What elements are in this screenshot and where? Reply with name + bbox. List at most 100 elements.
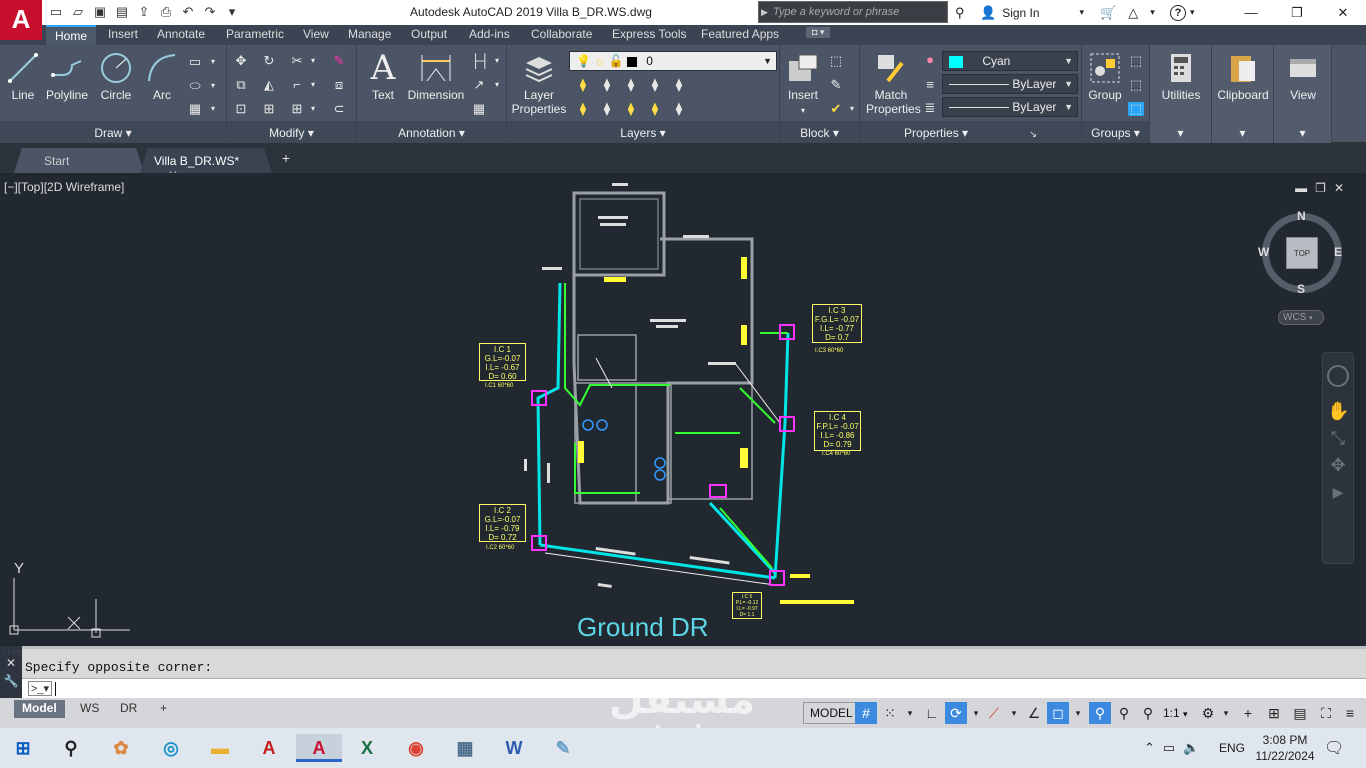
circle-button[interactable]: Circle — [96, 51, 136, 102]
file-tab-start[interactable]: Start — [14, 148, 144, 173]
binoculars-icon[interactable]: ⚲ — [955, 0, 965, 25]
word-icon[interactable]: W — [499, 734, 529, 762]
line-button[interactable]: Line — [4, 51, 42, 102]
group-button[interactable]: Group — [1084, 51, 1126, 102]
ortho-icon[interactable]: ∟ — [921, 702, 943, 724]
start-icon[interactable]: ⊞ — [8, 734, 38, 762]
polar-icon[interactable]: ⟳ — [945, 702, 967, 724]
application-menu-button[interactable]: A — [0, 0, 42, 40]
clipboard-button[interactable]: Clipboard — [1214, 51, 1272, 102]
tray-expand-icon[interactable]: ⌃ — [1144, 740, 1155, 756]
viewcube-east[interactable]: E — [1334, 245, 1342, 259]
layer-lock-icon[interactable]: ⧫ — [647, 78, 663, 92]
steering-wheel-icon[interactable] — [1327, 365, 1349, 387]
layer-match-icon[interactable]: ⧫ — [671, 78, 687, 92]
notifications-icon[interactable]: 🗨 — [1324, 738, 1344, 758]
layer-thaw-all-icon[interactable]: ⧫ — [623, 102, 639, 116]
sign-in-dropdown-icon[interactable]: ▾ — [1080, 7, 1085, 18]
language-indicator[interactable]: ENG — [1219, 741, 1245, 755]
panel-properties-title[interactable]: Properties ▾ ↘ — [860, 126, 1081, 140]
tab-output[interactable]: Output — [411, 27, 447, 41]
view-button[interactable]: View — [1278, 51, 1328, 102]
drawing-viewport[interactable]: [−][Top][2D Wireframe] ▬❐✕ Y I.C 1 G.L=-… — [0, 173, 1366, 645]
close-command-icon[interactable]: ✕ — [0, 656, 22, 670]
help-dropdown-icon[interactable]: ▾ — [1190, 7, 1195, 18]
qat-dropdown-icon[interactable]: ▾ — [224, 3, 240, 20]
layer-off-icon[interactable]: ⧫ — [575, 78, 591, 92]
autocad-taskbar-icon[interactable]: A — [296, 734, 342, 762]
restore-icon[interactable]: ❐ — [1274, 0, 1320, 25]
utilities-dropdown-icon[interactable]: ▾ — [1150, 126, 1211, 140]
model-space-button[interactable]: MODEL — [803, 702, 860, 724]
object-snap-icon[interactable]: ◻ — [1047, 702, 1069, 724]
customization-menu-icon[interactable]: ≡ — [1339, 702, 1361, 724]
command-prompt-icon[interactable]: >_▾ — [28, 681, 53, 696]
clipboard-dropdown-icon[interactable]: ▾ — [1212, 126, 1273, 140]
search-icon[interactable]: ⚲ — [56, 734, 86, 762]
tab-view[interactable]: View — [303, 27, 329, 41]
snap-dropdown-icon[interactable]: ▾ — [899, 702, 921, 724]
workspace-dropdown-icon[interactable]: ▾ — [1215, 702, 1237, 724]
add-layout-icon[interactable]: + — [152, 700, 175, 718]
sign-in-button[interactable]: Sign In — [1002, 6, 1039, 20]
mirror-icon[interactable]: ◭ — [261, 78, 277, 92]
auto-scale-icon[interactable]: ⚲ — [1113, 702, 1135, 724]
search-input[interactable]: ▶ Type a keyword or phrase — [758, 1, 948, 23]
stretch-icon[interactable]: ⊡ — [233, 102, 249, 116]
rectangle-icon[interactable]: ▭ — [187, 55, 203, 69]
search-expand-icon[interactable]: ▶ — [761, 7, 768, 18]
polyline-button[interactable]: Polyline — [44, 51, 90, 102]
layer-isolate-icon[interactable]: ⧫ — [599, 78, 615, 92]
arc-button[interactable]: Arc — [142, 51, 182, 102]
ribbon-minimize-icon[interactable]: ◘ ▾ — [806, 27, 831, 38]
move-icon[interactable]: ✥ — [233, 54, 249, 68]
view-dropdown-icon[interactable]: ▾ — [1274, 126, 1331, 140]
linetype-dropdown[interactable]: ByLayer ▼ — [942, 74, 1078, 94]
panel-annotation-title[interactable]: Annotation ▾ — [357, 126, 506, 140]
orbit-icon[interactable]: ✥ — [1327, 455, 1349, 476]
erase-icon[interactable]: ✎ — [331, 54, 347, 68]
network-icon[interactable]: ▭ — [1163, 740, 1175, 756]
layout-tab-model[interactable]: Model — [14, 700, 65, 718]
tab-manage[interactable]: Manage — [348, 27, 391, 41]
tab-collaborate[interactable]: Collaborate — [531, 27, 592, 41]
volume-icon[interactable]: 🔈 — [1183, 740, 1199, 756]
offset-icon[interactable]: ⊂ — [331, 102, 347, 116]
chrome-icon[interactable]: ◉ — [401, 734, 431, 762]
insert-button[interactable]: Insert ▾ — [782, 51, 824, 116]
annotation-monitor-icon[interactable]: + — [1237, 702, 1259, 724]
layer-current-icon[interactable]: ⧫ — [671, 102, 687, 116]
hatch-dropdown-icon[interactable]: ▾ — [205, 102, 221, 116]
acrobat-icon[interactable]: A — [254, 734, 284, 762]
units-icon[interactable]: ⊞ — [1263, 702, 1285, 724]
pan-icon[interactable]: ✋ — [1327, 401, 1349, 422]
object-snap-tracking-icon[interactable]: ∠ — [1023, 702, 1045, 724]
tab-annotate[interactable]: Annotate — [157, 27, 205, 41]
leader-dropdown-icon[interactable]: ▾ — [489, 78, 505, 92]
explode-icon[interactable]: ⧈ — [331, 78, 347, 92]
create-block-icon[interactable]: ⬚ — [828, 54, 844, 68]
save-as-icon[interactable]: ▤ — [114, 3, 130, 20]
insert-dropdown-icon[interactable]: ▾ — [801, 106, 805, 115]
fullscreen-icon[interactable]: ⛶ — [1315, 702, 1337, 724]
group-selection-icon[interactable]: ⬚ — [1128, 102, 1144, 116]
object-snap-dropdown-icon[interactable]: ▾ — [1067, 702, 1089, 724]
quick-properties-icon[interactable]: ▤ — [1289, 702, 1311, 724]
leader-icon[interactable]: ↗ — [471, 78, 487, 92]
panel-layers-title[interactable]: Layers ▾ — [507, 126, 779, 140]
panel-block-title[interactable]: Block ▾ — [780, 126, 859, 140]
clock[interactable]: 3:08 PM 11/22/2024 — [1252, 732, 1318, 764]
text-button[interactable]: A Text — [363, 51, 403, 102]
panel-groups-title[interactable]: Groups ▾ — [1082, 126, 1149, 140]
utilities-button[interactable]: Utilities — [1156, 51, 1206, 102]
lineweight-dropdown[interactable]: ByLayer ▼ — [942, 97, 1078, 117]
customize-icon[interactable]: 🔧 — [0, 674, 22, 688]
panel-modify-title[interactable]: Modify ▾ — [227, 126, 356, 140]
annotation-scale-value[interactable]: 1:1 ▾ — [1163, 706, 1188, 720]
publish-icon[interactable]: ⇪ — [136, 3, 152, 20]
trim-dropdown-icon[interactable]: ▾ — [305, 54, 321, 68]
zoom-extents-icon[interactable]: ⤡ — [1327, 428, 1349, 449]
edit-block-icon[interactable]: ✎ — [828, 78, 844, 92]
plot-icon[interactable]: ⎙ — [158, 3, 174, 20]
array-icon[interactable]: ⊞ — [289, 102, 305, 116]
